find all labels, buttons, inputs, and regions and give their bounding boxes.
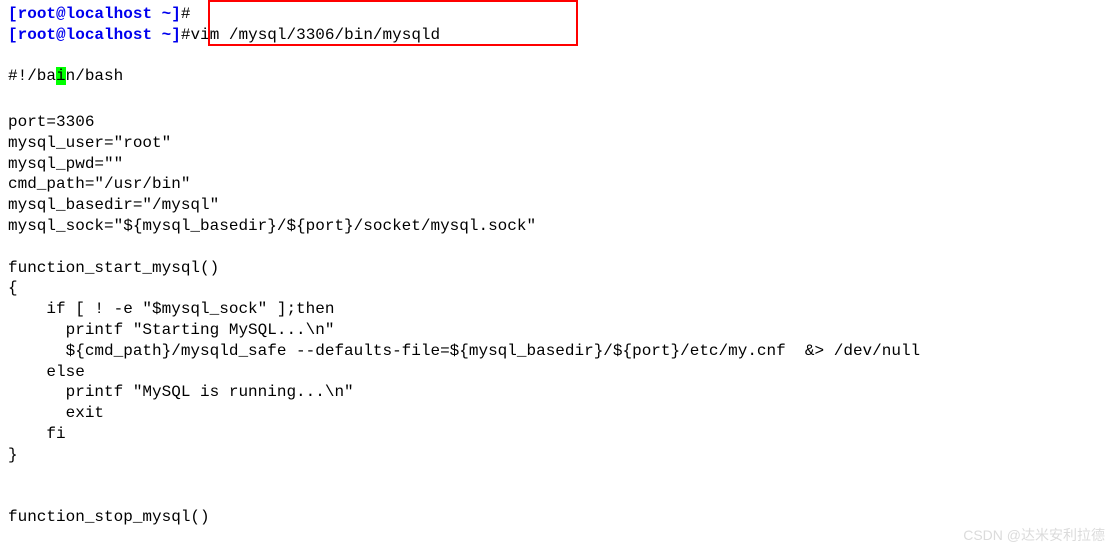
command-text: vim /mysql/3306/bin/mysqld: [190, 26, 440, 44]
script-content[interactable]: port=3306 mysql_user="root" mysql_pwd=""…: [8, 112, 1109, 528]
script-line: printf "Starting MySQL...\n": [8, 320, 1109, 341]
prompt-prefix: [root@localhost ~]: [8, 26, 181, 44]
script-line: function_start_mysql(): [8, 258, 1109, 279]
blank-line: [8, 237, 1109, 258]
script-line: mysql_sock="${mysql_basedir}/${port}/soc…: [8, 216, 1109, 237]
script-line: printf "MySQL is running...\n": [8, 382, 1109, 403]
script-line: port=3306: [8, 112, 1109, 133]
script-line: function_stop_mysql(): [8, 507, 1109, 528]
blank-line: [8, 46, 1109, 67]
script-line: exit: [8, 403, 1109, 424]
script-line: }: [8, 445, 1109, 466]
cursor-position: i: [56, 67, 66, 85]
script-line: else: [8, 362, 1109, 383]
prompt-line-1[interactable]: [root@localhost ~]#vim /mysql/3306/bin/m…: [8, 25, 1109, 46]
script-line: mysql_pwd="": [8, 154, 1109, 175]
script-line: cmd_path="/usr/bin": [8, 174, 1109, 195]
watermark-text: CSDN @达米安利拉德: [963, 525, 1105, 545]
prompt-prefix: [root@localhost ~]: [8, 5, 181, 23]
shebang-line[interactable]: #!/bain/bash: [8, 66, 1109, 87]
script-line: mysql_basedir="/mysql": [8, 195, 1109, 216]
script-line: ${cmd_path}/mysqld_safe --defaults-file=…: [8, 341, 1109, 362]
blank-line: [8, 486, 1109, 507]
script-line: fi: [8, 424, 1109, 445]
blank-line: [8, 466, 1109, 487]
prompt-line-0: [root@localhost ~]#: [8, 4, 1109, 25]
script-line: if [ ! -e "$mysql_sock" ];then: [8, 299, 1109, 320]
script-line: {: [8, 278, 1109, 299]
blank-line: [8, 87, 1109, 108]
script-line: mysql_user="root": [8, 133, 1109, 154]
